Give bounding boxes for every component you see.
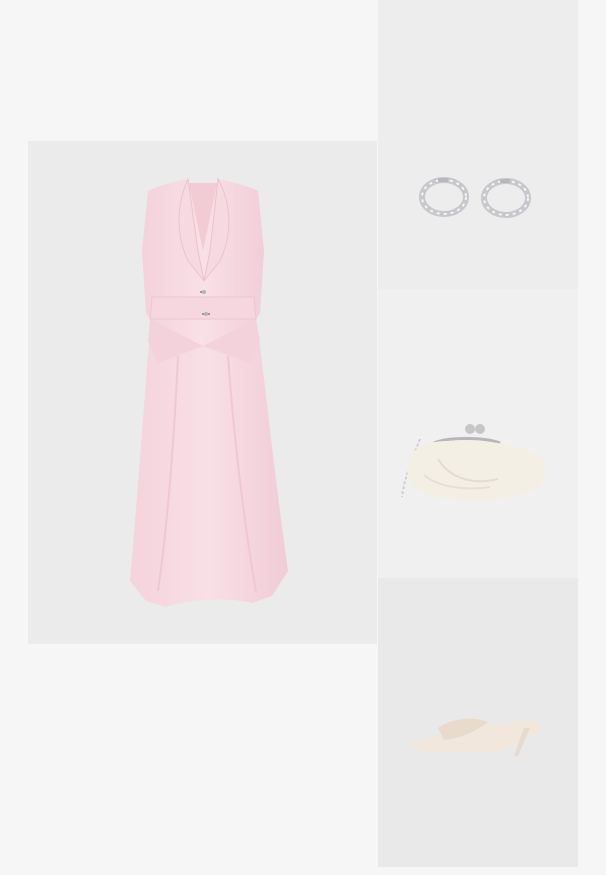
earrings-product-card[interactable]: [378, 0, 578, 289]
outfit-page: [0, 0, 606, 875]
dress-product-card[interactable]: [28, 141, 377, 644]
shoes-product-card[interactable]: [378, 578, 578, 867]
accessories-column: [378, 0, 578, 867]
cream-kitten-heel-mule-image: [410, 718, 540, 756]
cream-pouch-clutch-image: [401, 424, 546, 501]
silver-hoop-earrings-image: [419, 177, 531, 218]
bag-product-card[interactable]: [378, 289, 578, 578]
pink-vest-dress-image: [130, 177, 288, 607]
